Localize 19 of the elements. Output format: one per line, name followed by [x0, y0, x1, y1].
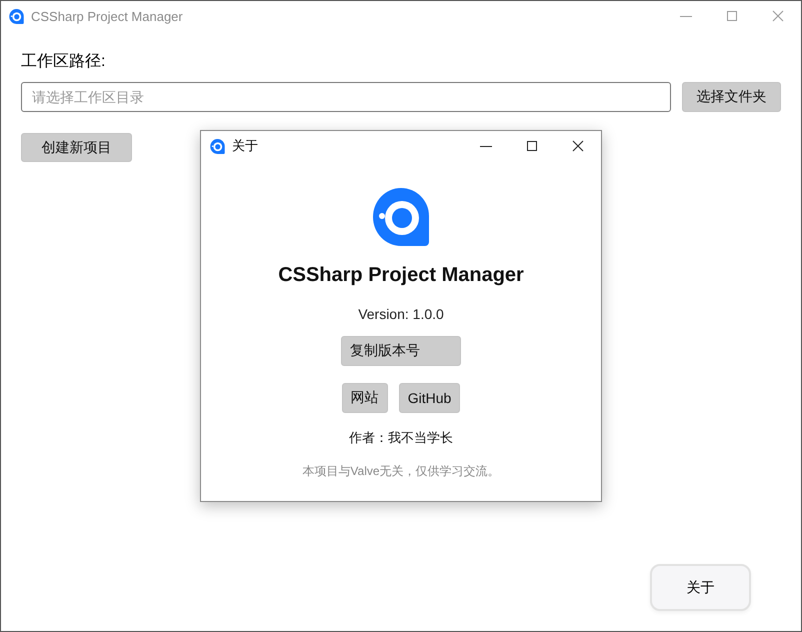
maximize-icon[interactable] — [526, 140, 538, 152]
about-button[interactable]: 关于 — [650, 564, 751, 611]
app-logo-icon — [373, 188, 429, 246]
link-button[interactable]: 网站 — [342, 383, 388, 413]
app-logo-icon — [9, 8, 24, 24]
window-title: CSSharp Project Manager — [31, 8, 184, 24]
workspace-label: 工作区路径: — [21, 52, 106, 72]
workspace-path-field[interactable]: 请选择工作区目录 — [21, 82, 671, 112]
create-project-button[interactable]: 创建新项目 — [21, 133, 132, 162]
app-logo-icon — [210, 138, 225, 154]
close-icon[interactable] — [572, 140, 584, 152]
app-name: CSSharp Project Manager — [278, 264, 524, 287]
link-button[interactable]: GitHub — [398, 383, 460, 413]
disclaimer-text: 本项目与Valve无关，仅供学习交流。 — [302, 463, 500, 480]
copy-version-button[interactable]: 复制版本号 — [341, 336, 461, 366]
version-text: Version: 1.0.0 — [358, 306, 444, 322]
dialog-title: 关于 — [232, 137, 259, 155]
browse-folder-button[interactable]: 选择文件夹 — [682, 82, 781, 112]
author-text: 作者：我不当学长 — [349, 429, 453, 447]
